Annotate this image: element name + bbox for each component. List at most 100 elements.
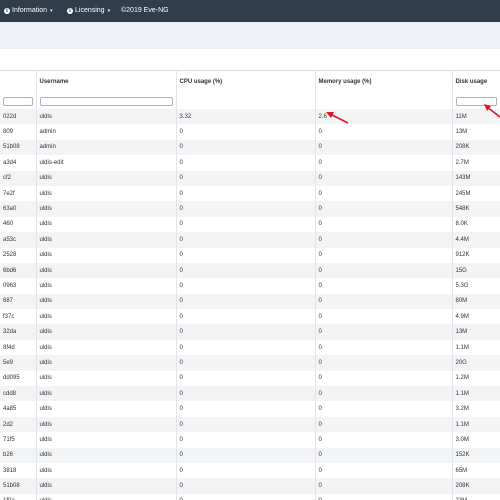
cpu-cell: 0 [176,278,316,294]
table-row[interactable]: 022d uldis 3.32 2.6 11M [0,109,500,125]
disk-cell: 4.4M [452,232,500,248]
caret-down-icon: ▾ [50,7,53,14]
table-row[interactable]: a53c uldis 0 0 4.4M [0,232,500,248]
copyright-text: ©2019 Eve-NG [121,7,169,14]
username-cell: uldis [36,185,177,202]
node-id-cell: 022d [0,109,37,125]
node-id-cell: f37c [0,309,37,325]
node-id-cell: 8f4d [0,339,37,356]
table-row[interactable]: cdd8 uldis 0 0 1.1M [0,386,500,402]
cpu-cell: 0 [176,170,316,186]
filter-cell [452,93,500,109]
node-id-cell: 7e2f [0,185,37,202]
column-header-disk[interactable]: Disk usage [452,71,500,93]
username-cell: uldis [36,216,177,233]
cpu-cell: 0 [176,355,316,371]
cpu-cell: 0 [176,232,316,248]
table-row[interactable]: 5e9 uldis 0 0 20G [0,355,500,371]
memory-cell: 0 [315,462,453,479]
memory-cell: 0 [315,232,453,248]
memory-cell: 0 [315,339,453,356]
id-filter-input[interactable] [3,96,33,106]
username-cell: uldis [36,232,177,248]
table-row[interactable]: 6bd6 uldis 0 0 15G [0,262,500,279]
node-id-cell: 51b08 [0,139,37,156]
column-header-memory[interactable]: Memory usage (%) [315,71,453,93]
table-row[interactable]: cf2 uldis 0 0 143M [0,170,500,186]
licensing-menu[interactable]: i Licensing ▾ [67,7,110,14]
username-cell: uldis [36,386,177,402]
node-id-cell: 2528 [0,247,37,263]
node-id-cell: 6bd6 [0,262,37,279]
table-row[interactable]: 71f5 uldis 0 0 3.0M [0,432,500,448]
disk-cell: 11M [452,109,500,125]
cpu-cell: 0 [176,386,316,402]
username-cell: uldis [36,416,177,433]
table-row[interactable]: 4a85 uldis 0 0 3.2M [0,401,500,417]
disk-cell: 1.1M [452,386,500,402]
cpu-cell: 0 [176,201,316,217]
table-row[interactable]: 460 uldis 0 0 8.0K [0,216,500,233]
cpu-cell: 0 [176,478,316,494]
table-row[interactable]: 687 uldis 0 0 80M [0,293,500,310]
table-row[interactable]: 51b08 uldis 0 0 208K [0,478,500,494]
username-cell: admin [36,124,177,140]
node-id-cell: 1f0a [0,493,37,500]
node-id-cell: 2d2 [0,416,37,433]
memory-cell: 0 [315,293,453,310]
cpu-cell: 0 [176,309,316,325]
table-row[interactable]: 51b08 admin 0 0 208K [0,139,500,156]
username-cell: uldis [36,462,177,479]
username-cell: uldis [36,339,177,356]
node-id-cell: a3d4 [0,155,37,171]
username-cell: uldis [36,247,177,263]
username-cell: uldis [36,278,177,294]
memory-cell: 0 [315,478,453,494]
column-header-cpu[interactable]: CPU usage (%) [176,71,316,93]
node-id-cell: 51b08 [0,478,37,494]
disk-cell: 5.3G [452,278,500,294]
table-row[interactable]: b26 uldis 0 0 152K [0,447,500,463]
memory-cell: 0 [315,155,453,171]
table-row[interactable]: 2d2 uldis 0 0 1.1M [0,416,500,433]
node-id-cell: a53c [0,232,37,248]
table-row[interactable]: 63a0 uldis 0 0 548K [0,201,500,217]
column-header-username[interactable]: Username [36,71,177,93]
username-filter-input[interactable] [39,96,173,106]
table-row[interactable]: 32da uldis 0 0 13M [0,324,500,340]
disk-cell: 20G [452,355,500,371]
table-row[interactable]: 1f0auldis0023M [0,493,500,500]
table-row[interactable]: 809 admin 0 0 13M [0,124,500,140]
node-id-cell: 71f5 [0,432,37,448]
cpu-cell: 0 [176,370,316,387]
column-header-id[interactable] [0,71,37,93]
table-row[interactable]: 0963 uldis 0 0 5.3G [0,278,500,294]
table-row[interactable]: 2528 uldis 0 0 912K [0,247,500,263]
table-row[interactable]: a3d4 uldis-edit 0 0 2.7M [0,155,500,171]
node-id-cell: dd095 [0,370,37,387]
memory-cell: 0 [315,493,453,500]
table-row[interactable]: 3818 uldis 0 0 65M [0,462,500,479]
table-row[interactable]: 8f4d uldis 0 0 1.1M [0,339,500,356]
disk-filter-input[interactable] [455,96,497,106]
table-row[interactable]: dd095 uldis 0 0 1.2M [0,370,500,387]
username-cell: uldis [36,293,177,310]
node-id-cell: b26 [0,447,37,463]
disk-cell: 208K [452,478,500,494]
table-row[interactable]: f37c uldis 0 0 4.9M [0,309,500,325]
table-row[interactable]: 7e2f uldis 0 0 245M [0,185,500,202]
disk-cell: 4.9M [452,309,500,325]
cpu-cell: 0 [176,155,316,171]
disk-cell: 3.0M [452,432,500,448]
username-cell: uldis [36,370,177,387]
memory-cell: 0 [315,170,453,186]
disk-cell: 2.7M [452,155,500,171]
licensing-menu-label: Licensing [75,7,105,14]
memory-cell: 2.6 [315,109,453,125]
page-header-band [0,22,500,49]
username-cell: uldis [36,262,177,279]
cpu-cell: 0 [176,324,316,340]
username-cell: uldis [36,170,177,186]
information-menu[interactable]: i Information ▾ [4,7,53,14]
memory-cell: 0 [315,262,453,279]
